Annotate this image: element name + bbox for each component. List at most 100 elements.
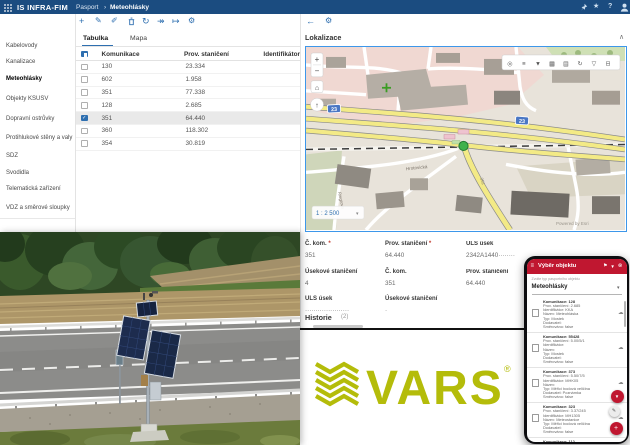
phone-fab-filter[interactable]: ▼ bbox=[611, 390, 624, 403]
phone-item-checkbox[interactable] bbox=[532, 344, 540, 352]
map-clear-filter-icon[interactable]: ▽ bbox=[592, 61, 597, 67]
cloud-download-icon[interactable]: ☁ bbox=[618, 345, 624, 364]
collapse-section-icon[interactable]: ∧ bbox=[619, 33, 624, 41]
phone-object-list[interactable]: Komunikace: 128 Prov. staničení: 2.685 I… bbox=[527, 298, 627, 442]
route-shield-23: 23 bbox=[515, 116, 529, 125]
field-c-kom-2: Č. kom. 351 bbox=[385, 269, 407, 287]
zoom-out-button[interactable]: − bbox=[315, 66, 320, 75]
phone-object-type-dropdown[interactable]: Meteohlásky ▾ bbox=[532, 283, 622, 295]
forward-icon[interactable]: ↠ bbox=[157, 17, 165, 26]
column-identifikator[interactable]: Identifikátor bbox=[263, 51, 300, 58]
column-prov-staniceni[interactable]: Prov. staničení bbox=[184, 51, 263, 58]
vars-logo-mark bbox=[316, 364, 358, 404]
back-icon[interactable]: ← bbox=[306, 17, 315, 26]
table-row[interactable]: 1282.685 bbox=[76, 99, 300, 112]
row-checkbox[interactable] bbox=[81, 76, 88, 83]
phone-item-checkbox[interactable] bbox=[532, 379, 540, 387]
map-measure-icon[interactable]: ▦ bbox=[549, 61, 555, 67]
historie-count: (2) bbox=[341, 314, 348, 320]
home-extent-button[interactable]: ⌂ bbox=[315, 85, 319, 92]
row-checkbox[interactable] bbox=[81, 89, 88, 96]
map-layers-icon[interactable]: ▤ bbox=[563, 61, 569, 67]
sidebar-item-telematicka-zarizeni[interactable]: Telematická zařízení bbox=[0, 183, 81, 195]
sidebar-item-svodidla[interactable]: Svodidla bbox=[0, 167, 81, 179]
favorites-star-icon[interactable]: ★ bbox=[593, 3, 599, 10]
sidebar-item-protihlukove-steny[interactable]: Protihlukové stěny a valy bbox=[0, 132, 81, 144]
map-refresh-icon[interactable]: ↻ bbox=[577, 61, 582, 67]
map-toolbar[interactable]: ◎ ≡ ▼ ▦ ▤ ↻ ▽ ⊟ bbox=[502, 55, 620, 70]
sidebar-item-meteohlasky[interactable]: Meteohlásky bbox=[0, 73, 81, 85]
map-identify-icon[interactable]: ◎ bbox=[507, 61, 512, 67]
phone-screen: ≡ Výběr objektu ⚑ ▼ ⊗ Zvolte typ pasport… bbox=[527, 259, 627, 442]
pin-icon[interactable] bbox=[580, 3, 588, 12]
user-profile-icon[interactable] bbox=[620, 3, 630, 12]
phone-list-item[interactable]: Komunikace: 112 Prov. staničení: 8.6/3/4… bbox=[527, 438, 627, 442]
tab-tabulka[interactable]: Tabulka bbox=[83, 35, 108, 42]
row-checkbox[interactable] bbox=[81, 140, 88, 147]
phone-menu-icon[interactable]: ≡ bbox=[531, 263, 535, 269]
sidebar-item-vdz-smerove-sloupky[interactable]: VDZ a směrové sloupky bbox=[0, 202, 81, 214]
row-checkbox[interactable] bbox=[81, 64, 88, 71]
phone-list-item[interactable]: Komunikace: 55428 Prov. staničení: 5.00/… bbox=[527, 333, 627, 368]
breadcrumb-pasport[interactable]: Pasport bbox=[76, 4, 98, 11]
multi-edit-icon[interactable]: ✐ bbox=[111, 17, 118, 25]
add-icon[interactable]: + bbox=[79, 17, 84, 26]
phone-flag-icon[interactable]: ⚑ bbox=[603, 263, 607, 269]
field-uls-usek-2: ULS úsek ····················· bbox=[305, 296, 349, 314]
registered-mark: ® bbox=[504, 364, 511, 374]
row-checkbox-checked[interactable]: ✓ bbox=[81, 115, 88, 122]
table-row[interactable]: 360118.302 bbox=[76, 125, 300, 138]
map-scale-value[interactable]: 1 : 2 500 bbox=[316, 211, 340, 217]
phone-item-checkbox[interactable] bbox=[532, 309, 540, 317]
phone-list-item[interactable]: Komunikace: 128 Prov. staničení: 2.685 I… bbox=[527, 298, 627, 333]
map-canvas[interactable]: Hrotovická Riegrova 351 23 23 + bbox=[306, 47, 625, 230]
table-row[interactable]: 6021.958 bbox=[76, 74, 300, 87]
map-widget[interactable]: Hrotovická Riegrova 351 23 23 + bbox=[305, 46, 627, 232]
row-checkbox[interactable] bbox=[81, 102, 88, 109]
tabs-divider bbox=[76, 46, 300, 47]
tab-mapa[interactable]: Mapa bbox=[130, 35, 147, 42]
refresh-icon[interactable]: ↻ bbox=[142, 17, 150, 26]
sidebar-item-objekty-ksusv[interactable]: Objekty KSUSV bbox=[0, 93, 81, 105]
section-title-historie[interactable]: Historie bbox=[305, 313, 332, 322]
map-legend-icon[interactable]: ≡ bbox=[522, 61, 526, 67]
table-row[interactable]: 35177.338 bbox=[76, 87, 300, 100]
select-all-checkbox[interactable] bbox=[81, 51, 88, 58]
field-usekove-staniceni-2: Úsekové staničení · bbox=[385, 296, 437, 314]
phone-item-checkbox[interactable] bbox=[532, 414, 540, 422]
help-icon[interactable]: ? bbox=[608, 3, 612, 10]
map-zoom-controls[interactable]: + − ⌂ ↑ bbox=[311, 53, 324, 111]
map-print-icon[interactable]: ⊟ bbox=[605, 61, 610, 67]
sidebar-item-kabelovody[interactable]: Kabelovody bbox=[0, 40, 81, 52]
route-shield-23: 23 bbox=[327, 104, 340, 113]
phone-dropdown-caret-icon: ▾ bbox=[617, 285, 620, 291]
table-row[interactable]: 13023.334 bbox=[76, 61, 300, 74]
panel-settings-icon[interactable]: ⚙ bbox=[325, 17, 332, 25]
phone-close-icon[interactable]: ⊗ bbox=[618, 263, 623, 269]
cloud-download-icon[interactable]: ☁ bbox=[618, 310, 624, 329]
zoom-in-button[interactable]: + bbox=[315, 55, 320, 64]
sidebar: Kabelovody Kanalizace Meteohlásky Objekt… bbox=[0, 14, 75, 232]
app-window: IS INFRA-FIM Pasport › Meteohlásky ★ ? ✎… bbox=[0, 0, 630, 445]
compass-button[interactable]: ↑ bbox=[315, 103, 318, 110]
sidebar-item-kanalizace[interactable]: Kanalizace bbox=[0, 56, 81, 68]
table-row[interactable]: 35430.819 bbox=[76, 138, 300, 151]
meteo-station-photo bbox=[0, 232, 300, 445]
map-link-icon[interactable]: ↦ bbox=[172, 17, 180, 26]
phone-fab-add[interactable]: + bbox=[610, 422, 623, 435]
selected-object-marker[interactable] bbox=[459, 141, 468, 150]
sidebar-item-dopravni-ostruvky[interactable]: Dopravní ostrůvky bbox=[0, 113, 81, 125]
edit-icon[interactable]: ✎ bbox=[95, 17, 102, 25]
table-row-selected[interactable]: ✓35164.440 bbox=[76, 112, 300, 125]
phone-filter-icon[interactable]: ▼ bbox=[610, 264, 614, 269]
map-scale-control[interactable]: 1 : 2 500 ▾ bbox=[312, 206, 364, 219]
sidebar-item-sdz[interactable]: SDZ bbox=[0, 150, 81, 162]
phone-scrollbar[interactable] bbox=[624, 301, 626, 327]
settings-icon[interactable]: ⚙ bbox=[188, 17, 195, 25]
waffle-menu-icon[interactable] bbox=[4, 4, 12, 12]
row-checkbox[interactable] bbox=[81, 128, 88, 135]
map-filter-icon[interactable]: ▼ bbox=[535, 61, 541, 67]
column-komunikace[interactable]: Komunikace bbox=[102, 51, 184, 58]
delete-icon[interactable] bbox=[127, 17, 136, 26]
phone-fab-edit[interactable]: ✎ bbox=[609, 406, 620, 417]
